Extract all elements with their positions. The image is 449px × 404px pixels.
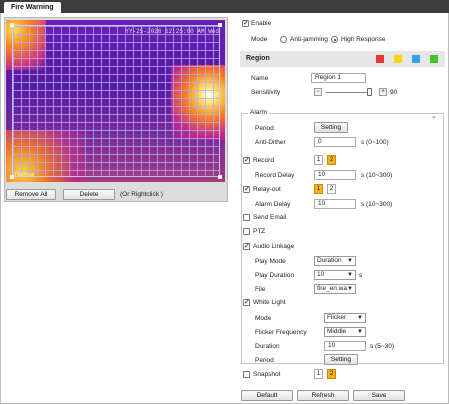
ptz-label: PTZ [253,228,266,235]
delete-hint: (Or Rightclick ) [120,191,163,198]
default-button[interactable]: Default [241,390,293,401]
enable-checkbox[interactable] [242,19,249,27]
region-handle[interactable] [218,175,222,179]
relay-channel-1[interactable]: 1 [314,184,323,194]
mode-label: Mode [251,36,268,43]
relay-out-checkbox[interactable] [243,185,250,193]
snapshot-label: Snapshot [253,371,281,378]
refresh-button[interactable]: Refresh [297,390,349,401]
sensitivity-slider-track[interactable] [326,92,370,93]
chevron-down-icon: ▼ [347,258,353,264]
region-color-green[interactable] [430,55,438,63]
play-duration-label: Play Duration [255,272,295,279]
record-delay-input[interactable]: 10 [314,170,356,180]
thermal-video-preview[interactable]: YY-25-2026 12:25:00 AM Wed Thermal [6,20,225,182]
enable-label: Enable [251,20,272,27]
period-setting-button[interactable]: Setting [314,122,348,133]
white-light-duration-unit: s (5~30) [370,343,395,350]
record-delay-unit: s (10~300) [361,172,393,179]
chevron-down-icon: ▼ [347,272,353,278]
file-value: fire_en.wa [317,285,347,292]
play-duration-value: 10 [317,271,325,278]
file-select[interactable]: fire_en.wa ▼ [314,284,356,294]
anti-dither-input[interactable]: 0 [314,137,356,147]
sensitivity-decrease-button[interactable]: − [314,88,322,96]
snapshot-channel-2[interactable]: 2 [327,369,336,379]
ptz-checkbox[interactable] [243,228,250,235]
play-duration-select[interactable]: 10 ▼ [314,270,356,280]
region-title: Region [246,55,270,62]
sensitivity-slider-knob[interactable] [367,88,372,96]
mode-anti-jamming-radio[interactable] [280,36,287,43]
chevron-down-icon: ▼ [357,315,363,321]
play-mode-label: Play Mode [255,258,286,265]
relay-channel-2[interactable]: 2 [327,184,336,194]
white-light-duration-input[interactable]: 10 [324,341,366,351]
region-color-blue[interactable] [412,55,420,63]
record-checkbox[interactable] [243,156,250,164]
white-light-period-label: Period [255,357,274,364]
alarm-title: Alarm [248,109,269,116]
relay-out-label: Relay-out [253,186,281,193]
record-label: Record [253,157,274,164]
flicker-frequency-select[interactable]: Middle ▼ [324,327,366,337]
record-channel-2[interactable]: 2 [327,155,336,165]
sensitivity-label: Sensitivity [251,89,281,96]
region-header: Region [240,51,445,67]
period-label: Period [255,125,274,132]
play-mode-value: Duration [317,257,342,264]
region-color-yellow[interactable] [394,55,402,63]
white-light-period-setting-button[interactable]: Setting [324,354,358,365]
alarm-delay-unit: s (10~300) [361,201,393,208]
snapshot-checkbox[interactable] [243,371,250,378]
collapse-icon[interactable]: » [432,115,435,121]
save-button[interactable]: Save [353,390,405,401]
region-color-red[interactable] [376,55,384,63]
white-light-mode-value: Flicker [327,314,347,321]
record-delay-label: Record Delay [255,172,295,179]
mode-option-label: Anti-jamming [290,36,328,43]
flicker-frequency-value: Middle [327,328,347,335]
delete-button[interactable]: Delete [63,189,115,200]
mode-high-response-radio[interactable] [331,36,338,43]
play-mode-select[interactable]: Duration ▼ [314,256,356,266]
mode-option-label: High Response [341,36,386,43]
play-duration-unit: s [359,272,363,279]
flicker-frequency-label: Flicker Frequency [255,329,307,336]
white-light-duration-label: Duration [255,343,280,350]
send-email-checkbox[interactable] [243,214,250,221]
white-light-mode-label: Mode [255,315,272,322]
white-light-label: White Light [253,299,286,306]
anti-dither-unit: s (0~100) [361,139,389,146]
sensitivity-value: 90 [390,89,398,96]
snapshot-channel-1[interactable]: 1 [314,369,323,379]
sensitivity-increase-button[interactable]: + [379,88,387,96]
alarm-delay-label: Alarm Delay [255,201,291,208]
record-channel-1[interactable]: 1 [314,155,323,165]
region-handle[interactable] [10,23,14,27]
white-light-mode-select[interactable]: Flicker ▼ [324,313,366,323]
chevron-down-icon: ▼ [347,286,353,292]
tab-bar: Fire Warning [0,0,449,13]
remove-all-button[interactable]: Remove All [6,189,56,200]
chevron-down-icon: ▼ [357,329,363,335]
channel-label: Thermal [14,172,35,178]
anti-dither-label: Anti-Dither [255,139,286,146]
region-handle[interactable] [218,23,222,27]
alarm-delay-input[interactable]: 10 [314,199,356,209]
file-label: File [255,286,266,293]
region-name-input[interactable]: Region 1 [311,73,366,83]
tab-fire-warning[interactable]: Fire Warning [4,2,61,13]
audio-linkage-label: Audio Linkage [253,243,295,250]
detection-region-grid[interactable] [12,25,220,177]
audio-linkage-checkbox[interactable] [243,242,250,250]
region-name-label: Name [251,75,269,82]
white-light-checkbox[interactable] [243,298,250,306]
video-timestamp: YY-25-2026 12:25:00 AM Wed [125,28,219,35]
send-email-label: Send Email [253,214,287,221]
